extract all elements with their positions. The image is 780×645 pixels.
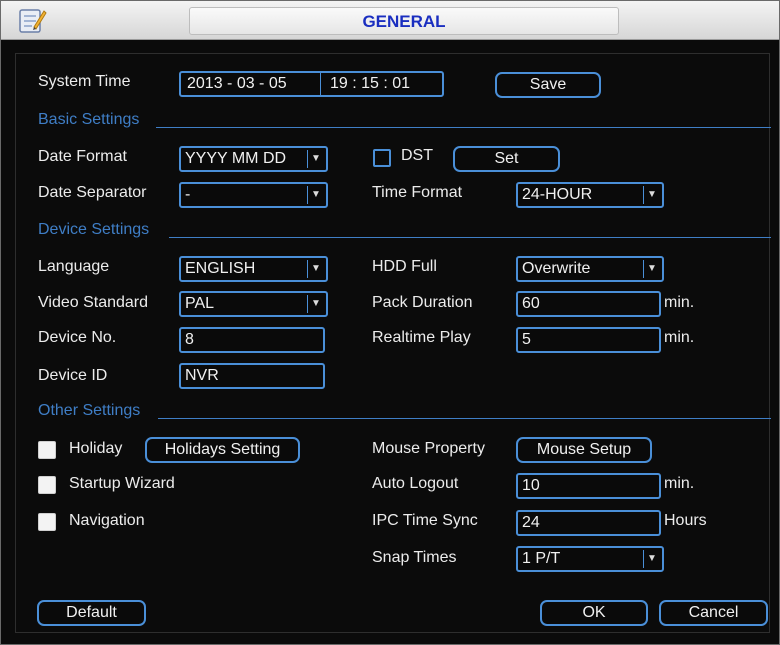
- realtime-play-label: Realtime Play: [372, 329, 471, 346]
- ok-button[interactable]: OK: [540, 600, 648, 626]
- navigation-checkbox[interactable]: [38, 513, 56, 531]
- time-format-dropdown[interactable]: 24-HOUR ▼: [516, 182, 664, 208]
- pack-duration-input[interactable]: 60: [516, 291, 661, 317]
- date-time-divider: [320, 73, 321, 95]
- startup-wizard-label: Startup Wizard: [69, 475, 175, 492]
- auto-logout-unit: min.: [664, 475, 695, 492]
- device-id-label: Device ID: [38, 367, 108, 384]
- realtime-play-unit: min.: [664, 329, 695, 346]
- date-separator-dropdown[interactable]: - ▼: [179, 182, 328, 208]
- date-format-label: Date Format: [38, 148, 127, 165]
- dst-label: DST: [401, 147, 433, 164]
- date-separator-value: -: [185, 186, 191, 203]
- chevron-down-icon[interactable]: ▼: [307, 295, 324, 313]
- basic-settings-heading: Basic Settings: [38, 111, 140, 128]
- date-separator-label: Date Separator: [38, 184, 147, 201]
- dst-set-button[interactable]: Set: [453, 146, 560, 172]
- time-format-label: Time Format: [372, 184, 463, 201]
- language-dropdown[interactable]: ENGLISH ▼: [179, 256, 328, 282]
- video-standard-value: PAL: [185, 295, 215, 312]
- startup-wizard-checkbox[interactable]: [38, 476, 56, 494]
- video-standard-dropdown[interactable]: PAL ▼: [179, 291, 328, 317]
- chevron-down-icon[interactable]: ▼: [643, 550, 660, 568]
- video-standard-label: Video Standard: [38, 294, 149, 311]
- date-format-value: YYYY MM DD: [185, 150, 287, 167]
- save-button[interactable]: Save: [495, 72, 601, 98]
- device-no-label: Device No.: [38, 329, 117, 346]
- basic-settings-divider: [156, 127, 771, 128]
- system-time-field[interactable]: 2013 - 03 - 05 19 : 15 : 01: [179, 71, 444, 97]
- chevron-down-icon[interactable]: ▼: [643, 260, 660, 278]
- chevron-down-icon[interactable]: ▼: [307, 186, 324, 204]
- ipc-time-sync-label: IPC Time Sync: [372, 512, 478, 529]
- snap-times-label: Snap Times: [372, 549, 457, 566]
- snap-times-dropdown[interactable]: 1 P/T ▼: [516, 546, 664, 572]
- holidays-setting-button[interactable]: Holidays Setting: [145, 437, 300, 463]
- title-plate: GENERAL: [189, 7, 619, 35]
- other-settings-heading: Other Settings: [38, 402, 141, 419]
- date-format-dropdown[interactable]: YYYY MM DD ▼: [179, 146, 328, 172]
- device-settings-divider: [169, 237, 771, 238]
- default-button[interactable]: Default: [37, 600, 146, 626]
- chevron-down-icon[interactable]: ▼: [643, 186, 660, 204]
- other-settings-divider: [158, 418, 771, 419]
- mouse-setup-button[interactable]: Mouse Setup: [516, 437, 652, 463]
- chevron-down-icon[interactable]: ▼: [307, 150, 324, 168]
- system-date-value[interactable]: 2013 - 03 - 05: [187, 73, 287, 95]
- device-settings-heading: Device Settings: [38, 221, 150, 238]
- title-bar: GENERAL: [1, 1, 779, 40]
- window-title: GENERAL: [362, 12, 446, 31]
- holiday-checkbox[interactable]: [38, 441, 56, 459]
- device-id-input[interactable]: NVR: [179, 363, 325, 389]
- auto-logout-label: Auto Logout: [372, 475, 459, 492]
- hdd-full-value: Overwrite: [522, 260, 591, 277]
- device-no-input[interactable]: 8: [179, 327, 325, 353]
- settings-pencil-icon: [17, 5, 47, 35]
- mouse-property-label: Mouse Property: [372, 440, 485, 457]
- dst-checkbox[interactable]: [373, 149, 391, 167]
- holiday-label: Holiday: [69, 440, 123, 457]
- system-clock-value[interactable]: 19 : 15 : 01: [330, 73, 410, 95]
- system-time-label: System Time: [38, 73, 131, 90]
- cancel-button[interactable]: Cancel: [659, 600, 768, 626]
- ipc-time-sync-input[interactable]: 24: [516, 510, 661, 536]
- snap-times-value: 1 P/T: [522, 550, 561, 567]
- time-format-value: 24-HOUR: [522, 186, 593, 203]
- pack-duration-label: Pack Duration: [372, 294, 473, 311]
- general-settings-window: GENERAL System Time 2013 - 03 - 05 19 : …: [0, 0, 780, 645]
- hdd-full-label: HDD Full: [372, 258, 437, 275]
- language-label: Language: [38, 258, 110, 275]
- pack-duration-unit: min.: [664, 294, 695, 311]
- auto-logout-input[interactable]: 10: [516, 473, 661, 499]
- chevron-down-icon[interactable]: ▼: [307, 260, 324, 278]
- hdd-full-dropdown[interactable]: Overwrite ▼: [516, 256, 664, 282]
- ipc-time-sync-unit: Hours: [664, 512, 707, 529]
- realtime-play-input[interactable]: 5: [516, 327, 661, 353]
- navigation-label: Navigation: [69, 512, 145, 529]
- language-value: ENGLISH: [185, 260, 256, 277]
